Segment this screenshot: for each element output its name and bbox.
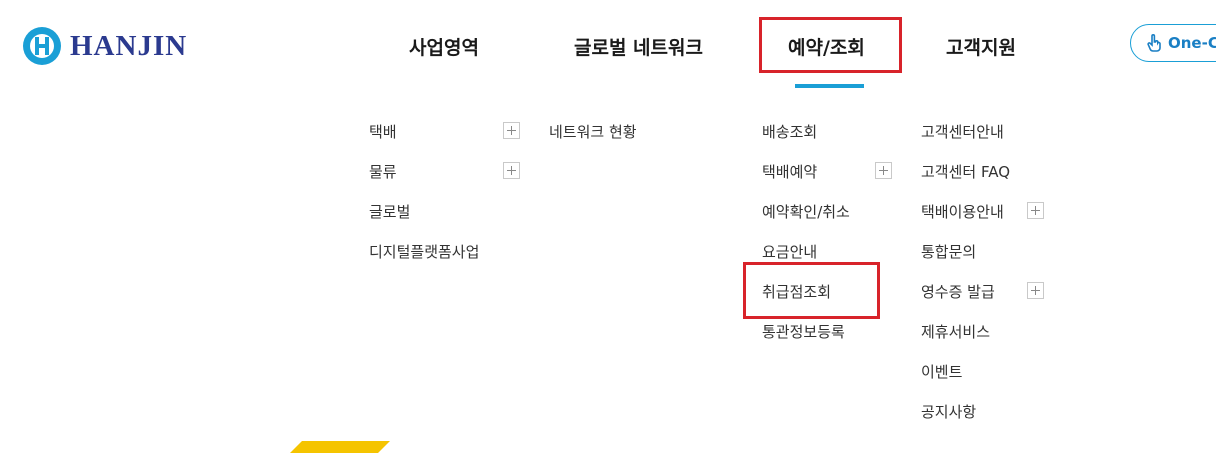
plus-icon[interactable] [503,162,520,179]
submenu-item-parcel[interactable]: 택배 [369,121,397,142]
gnb-item-support[interactable]: 고객지원 [946,33,1016,60]
submenu-item-faq[interactable]: 고객센터 FAQ [921,161,1010,182]
submenu-item-receipt[interactable]: 영수증 발급 [921,281,995,302]
submenu-item-notice[interactable]: 공지사항 [921,401,976,422]
highlight-box-branch-search [743,262,880,319]
submenu-item-logistics[interactable]: 물류 [369,161,397,182]
submenu-item-digital-platform[interactable]: 디지털플랫폼사업 [369,241,479,262]
submenu-item-network-status[interactable]: 네트워크 현황 [549,121,637,142]
submenu-item-inquiry[interactable]: 통합문의 [921,241,976,262]
submenu-item-parcel-guide[interactable]: 택배이용안내 [921,201,1004,222]
hanjin-logo-icon [23,27,61,65]
hand-pointer-icon [1147,34,1161,52]
submenu-item-partnership[interactable]: 제휴서비스 [921,321,990,342]
submenu-item-reservation-check[interactable]: 예약확인/취소 [762,201,850,222]
logo-text: HANJIN [70,29,188,62]
decorative-yellow-banner [290,441,390,453]
plus-icon[interactable] [1027,282,1044,299]
one-click-button[interactable]: One-C [1130,24,1216,62]
submenu-item-global[interactable]: 글로벌 [369,201,410,222]
plus-icon[interactable] [503,122,520,139]
gnb-item-business[interactable]: 사업영역 [409,33,479,60]
submenu-item-customs-registration[interactable]: 통관정보등록 [762,321,845,342]
submenu-item-delivery-tracking[interactable]: 배송조회 [762,121,817,142]
plus-icon[interactable] [1027,202,1044,219]
submenu-item-event[interactable]: 이벤트 [921,361,962,382]
submenu-item-parcel-reservation[interactable]: 택배예약 [762,161,817,182]
submenu-item-customer-center[interactable]: 고객센터안내 [921,121,1004,142]
gnb-item-global-network[interactable]: 글로벌 네트워크 [574,33,703,60]
plus-icon[interactable] [875,162,892,179]
submenu-item-rate-guide[interactable]: 요금안내 [762,241,817,262]
highlight-box-reservation [759,17,902,73]
active-menu-indicator [795,84,864,88]
one-click-label: One-C [1168,34,1216,52]
hanjin-logo[interactable]: HANJIN [22,26,187,66]
